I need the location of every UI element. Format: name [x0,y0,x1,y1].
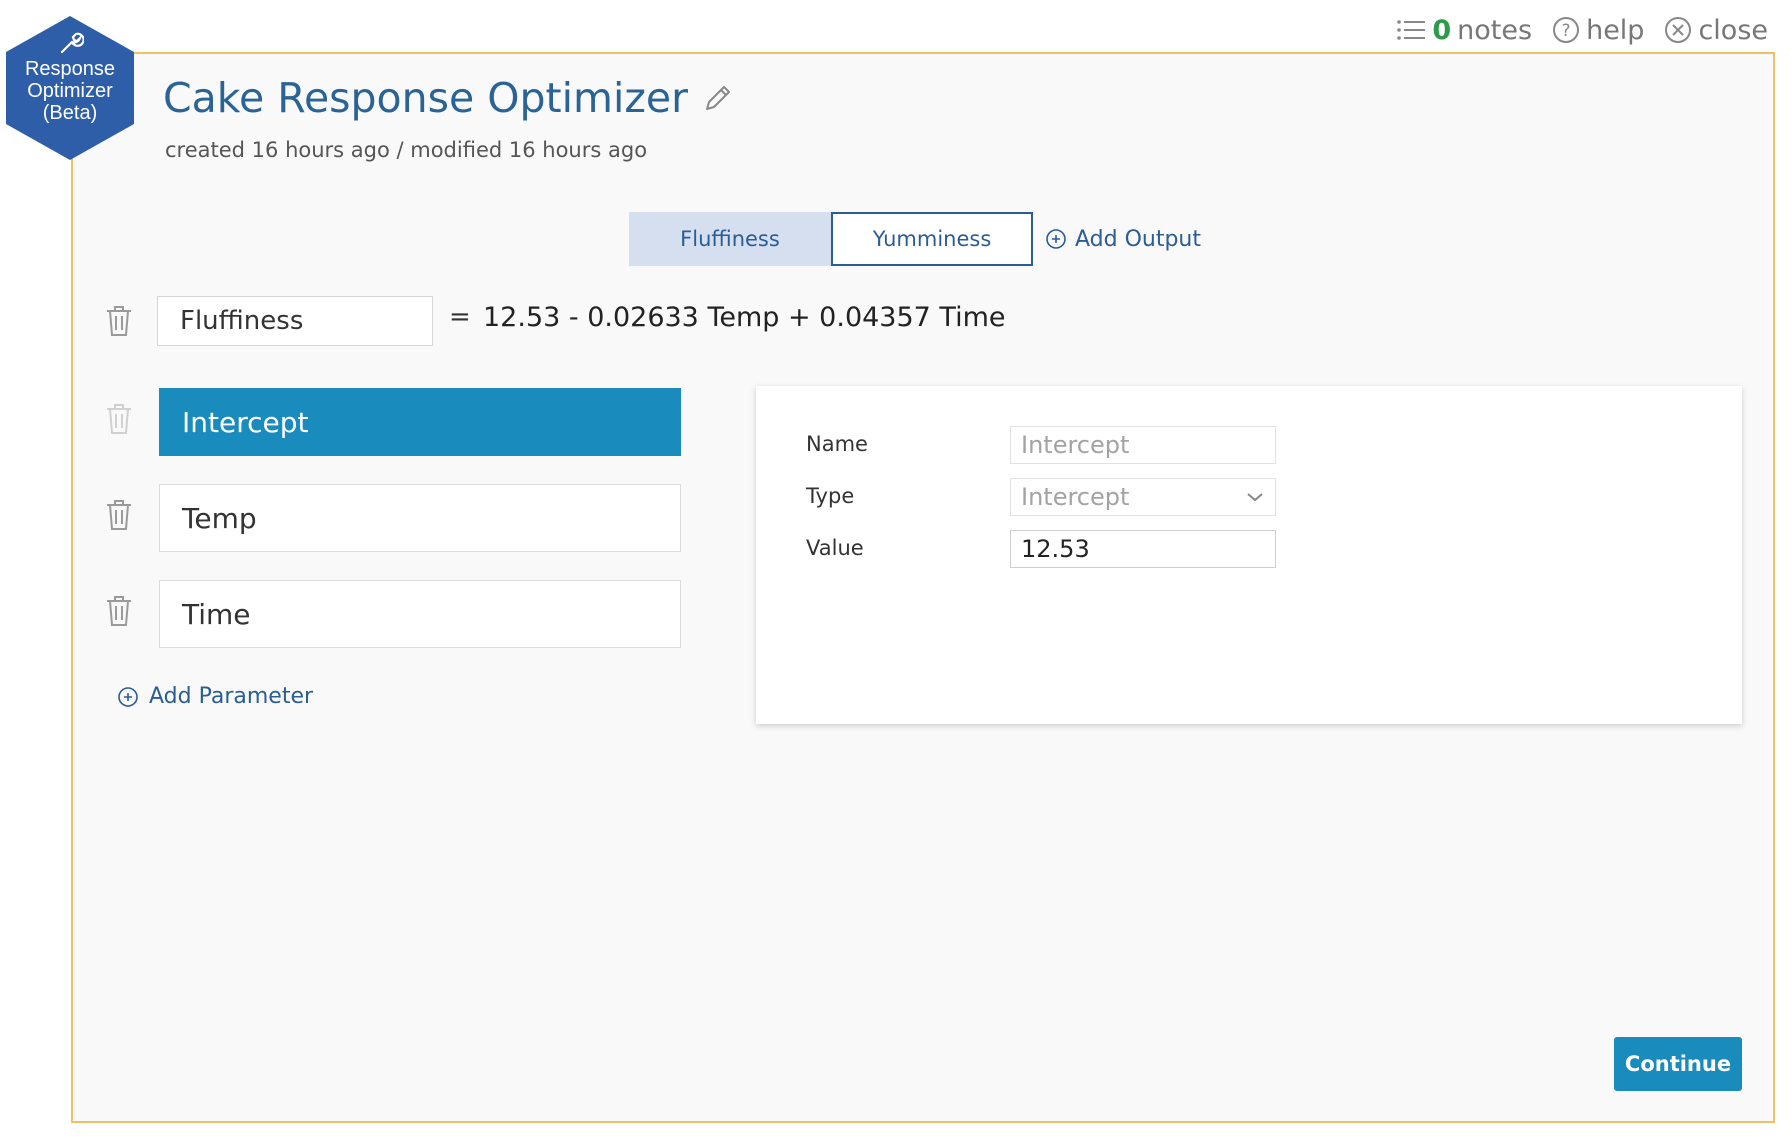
trash-icon[interactable] [105,304,133,338]
tab-yumminess[interactable]: Yumminess [831,212,1033,266]
page-title-row: Cake Response Optimizer [163,74,734,122]
parameter-item-intercept[interactable]: Intercept [159,388,681,456]
output-name-input[interactable] [157,296,433,346]
trash-icon[interactable] [105,498,133,532]
parameter-detail-panel: Name Intercept Type Intercept Value [756,386,1742,724]
add-output-button[interactable]: Add Output [1045,227,1201,252]
plus-circle-icon [1046,229,1066,249]
close-link[interactable]: close [1664,15,1768,46]
value-input[interactable] [1010,530,1276,568]
add-parameter-label: Add Parameter [149,684,314,709]
notes-count: 0 [1432,14,1452,46]
continue-button[interactable]: Continue [1614,1037,1742,1091]
plus-circle-icon [118,686,138,707]
close-label: close [1698,14,1768,46]
parameter-item-temp[interactable]: Temp [159,484,681,552]
trash-icon[interactable] [105,594,133,628]
top-utility-bar: 0 notes ? help close [1396,8,1768,52]
response-equation: 12.53 - 0.02633 Temp + 0.04357 Time [483,302,1006,333]
value-label: Value [806,536,864,560]
x-circle-icon [1665,17,1692,43]
add-parameter-button[interactable]: Add Parameter [117,684,313,709]
output-tabs: Fluffiness Yumminess Add Output [629,212,1201,266]
chevron-down-icon [1247,493,1263,502]
type-label: Type [806,484,855,508]
tab-fluffiness[interactable]: Fluffiness [629,212,831,266]
help-link[interactable]: ? help [1552,15,1644,46]
equals-sign: = [449,302,471,332]
add-output-label: Add Output [1075,226,1202,252]
name-field: Intercept [1010,426,1276,464]
svg-text:?: ? [1562,21,1571,41]
help-label: help [1586,14,1645,46]
notes-link[interactable]: 0 notes [1396,15,1532,46]
wrench-icon [60,32,84,54]
list-icon [1397,20,1426,40]
name-label: Name [806,432,868,456]
timestamps: created 16 hours ago / modified 16 hours… [165,138,648,162]
trash-icon [107,404,131,434]
logo-line-2: Optimizer [27,80,113,102]
logo-line-1: Response [24,58,116,80]
parameter-item-time[interactable]: Time [159,580,681,648]
question-circle-icon: ? [1553,17,1580,43]
pencil-icon[interactable] [702,82,734,114]
page-title: Cake Response Optimizer [163,74,688,122]
app-logo: Response Optimizer (Beta) [4,14,136,162]
type-select-value: Intercept [1021,483,1130,511]
main-frame: Cake Response Optimizer created 16 hours… [71,52,1775,1123]
logo-text: Response Optimizer (Beta) [4,58,136,124]
logo-line-3: (Beta) [42,102,98,124]
type-select: Intercept [1010,478,1276,516]
notes-label: notes [1457,14,1533,46]
